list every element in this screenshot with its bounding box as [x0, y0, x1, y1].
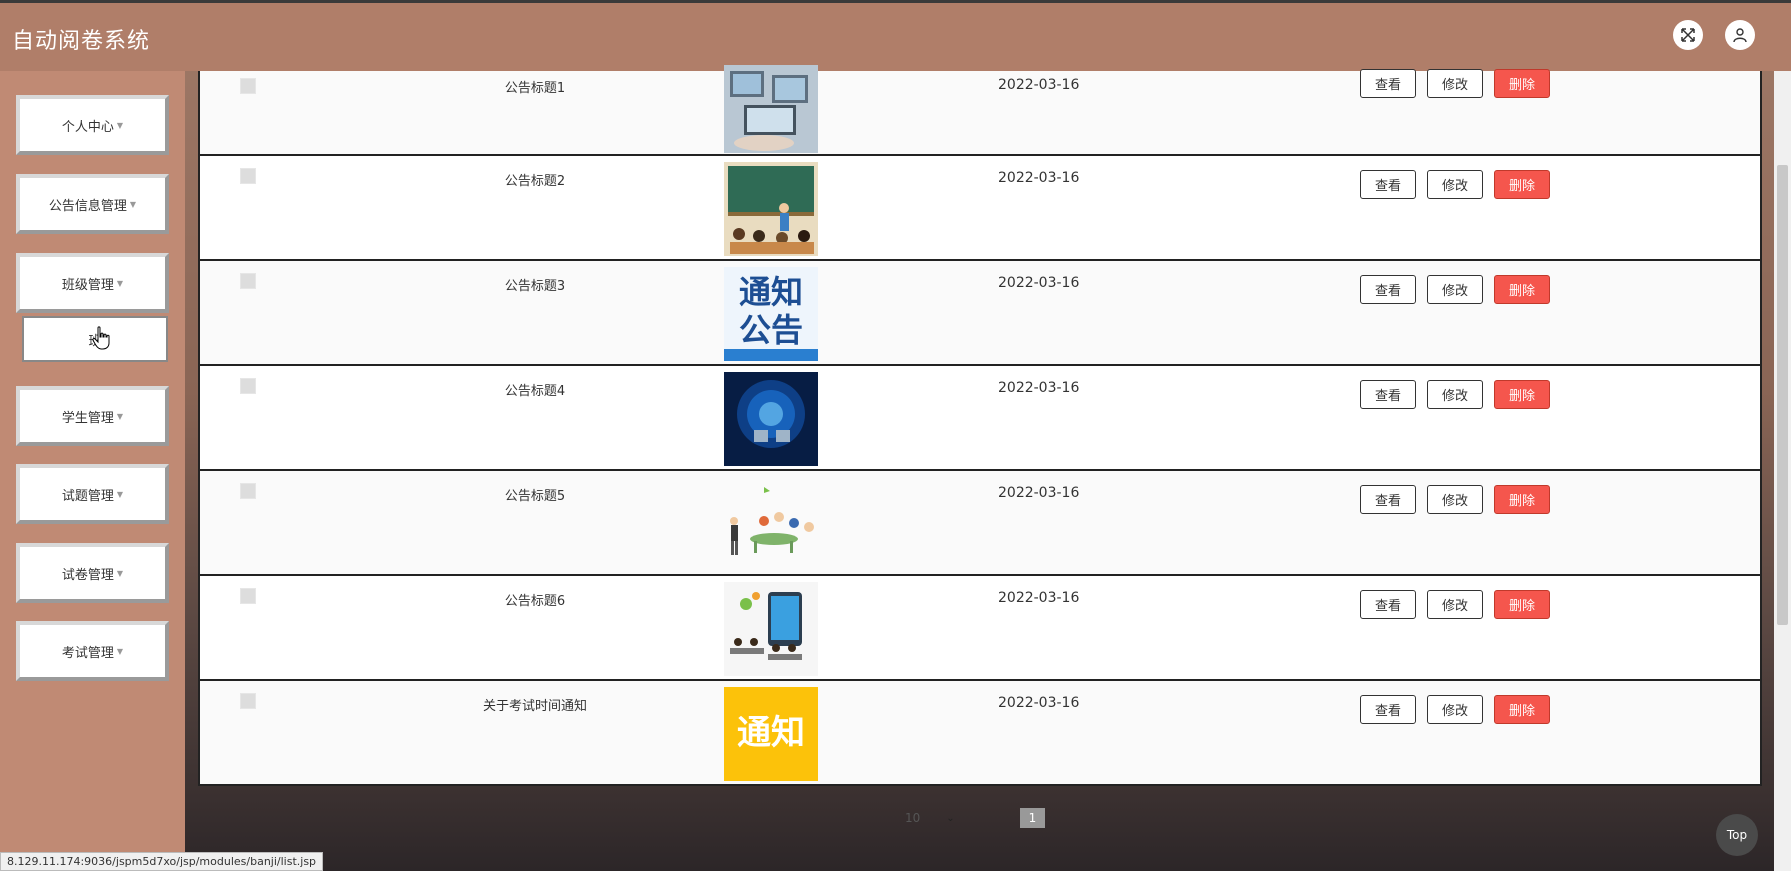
- page-size-select[interactable]: 10 ⌄: [905, 806, 975, 830]
- edit-button[interactable]: 修改: [1427, 69, 1483, 98]
- page-number-button[interactable]: 1: [1020, 808, 1045, 828]
- row-title: 公告标题5: [504, 489, 566, 504]
- row-checkbox[interactable]: [240, 693, 256, 709]
- view-button[interactable]: 查看: [1360, 275, 1416, 304]
- delete-button[interactable]: 删除: [1494, 69, 1550, 98]
- row-title: 公告标题4: [504, 384, 566, 399]
- sidebar-item-label: 班级管理: [61, 277, 114, 293]
- row-date: 2022-03-16: [998, 695, 1080, 711]
- app-title: 自动阅卷系统: [12, 29, 151, 54]
- row-date: 2022-03-16: [998, 590, 1080, 606]
- delete-button[interactable]: 删除: [1494, 380, 1550, 409]
- edit-button[interactable]: 修改: [1427, 590, 1483, 619]
- teacher-students-image: [724, 477, 818, 571]
- computer-lab-image: [724, 65, 818, 153]
- row-checkbox[interactable]: [240, 168, 256, 184]
- status-bar-url: 8.129.11.174:9036/jspm5d7xo/jsp/modules/…: [0, 852, 324, 871]
- row-title: 公告标题1: [504, 81, 566, 96]
- delete-button[interactable]: 删除: [1494, 170, 1550, 199]
- sidebar-item-personal-center[interactable]: 个人中心 ▼: [16, 95, 169, 155]
- table-row: 公告标题6 2022-03-16 查看 修改 删除: [198, 576, 1762, 681]
- caret-down-icon: ▼: [129, 199, 137, 209]
- row-date: 2022-03-16: [998, 275, 1080, 291]
- delete-button[interactable]: 删除: [1494, 275, 1550, 304]
- sidebar-item-exam[interactable]: 考试管理 ▼: [16, 621, 169, 681]
- row-date: 2022-03-16: [998, 170, 1080, 186]
- row-date: 2022-03-16: [998, 77, 1080, 93]
- view-button[interactable]: 查看: [1360, 695, 1416, 724]
- back-to-top-button[interactable]: Top: [1716, 814, 1758, 856]
- globe-network-image: [724, 372, 818, 466]
- row-checkbox[interactable]: [240, 588, 256, 604]
- caret-down-icon: ▼: [116, 489, 124, 499]
- row-title: 公告标题6: [504, 594, 566, 609]
- chevron-down-icon: ⌄: [946, 812, 955, 824]
- sidebar-item-label: 考试管理: [61, 645, 114, 661]
- image-text-line: 通知: [738, 273, 803, 311]
- delete-button[interactable]: 删除: [1494, 695, 1550, 724]
- row-checkbox[interactable]: [240, 483, 256, 499]
- delete-button[interactable]: 删除: [1494, 590, 1550, 619]
- row-checkbox[interactable]: [240, 378, 256, 394]
- sidebar-item-label: 个人中心: [61, 119, 114, 135]
- online-class-image: [724, 582, 818, 676]
- edit-button[interactable]: 修改: [1427, 380, 1483, 409]
- view-button[interactable]: 查看: [1360, 69, 1416, 98]
- edit-button[interactable]: 修改: [1427, 695, 1483, 724]
- scrollbar-thumb[interactable]: [1777, 165, 1788, 625]
- edit-button[interactable]: 修改: [1427, 485, 1483, 514]
- sidebar-item-paper[interactable]: 试卷管理 ▼: [16, 543, 169, 603]
- view-button[interactable]: 查看: [1360, 170, 1416, 199]
- caret-down-icon: ▼: [116, 278, 124, 288]
- caret-down-icon: ▼: [116, 120, 124, 130]
- sidebar-item-student[interactable]: 学生管理 ▼: [16, 386, 169, 446]
- row-checkbox[interactable]: [240, 273, 256, 289]
- row-checkbox[interactable]: [240, 78, 256, 94]
- classroom-report-image: [724, 162, 818, 256]
- edit-button[interactable]: 修改: [1427, 275, 1483, 304]
- sidebar-item-label: 公告信息管理: [48, 198, 127, 214]
- table-row: 公告标题3 通知 公告 2022-03-16 查看 修改 删除: [198, 261, 1762, 366]
- caret-down-icon: ▼: [116, 646, 124, 656]
- sidebar-item-label: 学生管理: [61, 410, 114, 426]
- table-row: 关于考试时间通知 通知 2022-03-16 查看 修改 删除: [198, 681, 1762, 786]
- view-button[interactable]: 查看: [1360, 590, 1416, 619]
- caret-down-icon: ▼: [116, 568, 124, 578]
- view-button[interactable]: 查看: [1360, 485, 1416, 514]
- fullscreen-icon[interactable]: [1673, 20, 1703, 50]
- row-title: 公告标题2: [504, 174, 566, 189]
- image-text-line: 通知: [737, 713, 805, 753]
- row-date: 2022-03-16: [998, 380, 1080, 396]
- top-header: 自动阅卷系统: [0, 0, 1791, 71]
- sidebar-item-label: 试题管理: [61, 488, 114, 504]
- sidebar-item-label: 试卷管理: [61, 567, 114, 583]
- table-row: 公告标题5 2022-03-16 查看 修改 删除: [198, 471, 1762, 576]
- sidebar-item-class[interactable]: 班级管理 ▼: [16, 253, 169, 313]
- edit-button[interactable]: 修改: [1427, 170, 1483, 199]
- delete-button[interactable]: 删除: [1494, 485, 1550, 514]
- row-title: 公告标题3: [504, 279, 566, 294]
- sidebar-item-announcement[interactable]: 公告信息管理 ▼: [16, 174, 169, 234]
- notice-image: 通知: [724, 687, 818, 781]
- row-title: 关于考试时间通知: [482, 699, 587, 714]
- view-button[interactable]: 查看: [1360, 380, 1416, 409]
- row-date: 2022-03-16: [998, 485, 1080, 501]
- table-row: 公告标题1 2022-03-16 查看 修改 删除: [198, 65, 1762, 156]
- sidebar: 个人中心▼ 公告信息管理▼ 班级管理▼ 班 学生管理▼ 试题管理▼ 试卷管理▼ …: [0, 71, 185, 871]
- notice-announcement-image: 通知 公告: [724, 267, 818, 361]
- sidebar-item-question[interactable]: 试题管理 ▼: [16, 464, 169, 524]
- user-icon[interactable]: [1725, 20, 1755, 50]
- table-row: 公告标题4 2022-03-16 查看 修改 删除: [198, 366, 1762, 471]
- caret-down-icon: ▼: [116, 411, 124, 421]
- announcement-table: 公告标题1 2022-03-16 查看 修改 删除 公告标题2 2022-03-…: [198, 65, 1762, 786]
- table-row: 公告标题2 2022-03-16 查看 修改 删除: [198, 156, 1762, 261]
- image-text-line: 公告: [738, 311, 803, 349]
- hand-cursor-icon: [92, 326, 110, 350]
- page-size-value: 10: [905, 811, 921, 825]
